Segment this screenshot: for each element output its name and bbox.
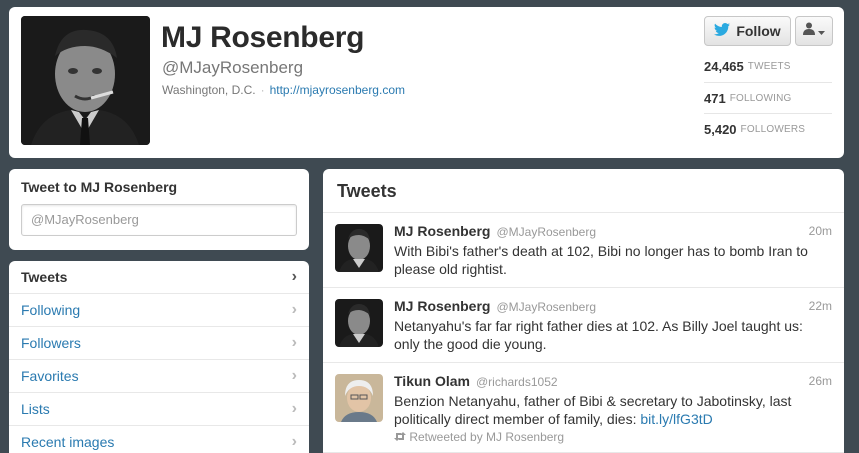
follow-button[interactable]: Follow [704, 16, 791, 46]
nav-item-following[interactable]: Following › [9, 294, 309, 327]
stat-following[interactable]: 471 FOLLOWING [704, 82, 832, 113]
chevron-right-icon: › [291, 268, 297, 285]
profile-header: MJ Rosenberg @MJayRosenberg Washington, … [9, 7, 844, 158]
nav-item-label: Following [21, 302, 81, 318]
tweet-screen-name[interactable]: @MJayRosenberg [496, 300, 596, 314]
nav-item-label: Lists [21, 401, 50, 417]
retweet-icon [394, 430, 409, 444]
tweet-item[interactable]: Tikun Olam @richards1052 26m Benzion Neta… [323, 363, 844, 453]
profile-handle: @MJayRosenberg [162, 58, 304, 77]
tweet-avatar[interactable] [335, 374, 383, 422]
user-actions-dropdown[interactable] [795, 16, 833, 46]
tweet-text: With Bibi's father's death at 102, Bibi … [394, 243, 808, 277]
tweet-header: Tikun Olam @richards1052 [394, 373, 558, 389]
tweet-item[interactable]: MJ Rosenberg @MJayRosenberg 20m With Bibi… [323, 213, 844, 288]
tweet-timestamp[interactable]: 20m [809, 224, 832, 238]
tweet-text-body: Benzion Netanyahu, father of Bibi & secr… [394, 393, 792, 427]
tweet-author-name[interactable]: MJ Rosenberg [394, 223, 490, 239]
nav-item-followers[interactable]: Followers › [9, 327, 309, 360]
stat-followers-label: FOLLOWERS [740, 123, 806, 135]
caret-down-icon [818, 22, 825, 40]
tweet-link[interactable]: bit.ly/lfG3tD [640, 411, 712, 427]
tweet-to-input[interactable]: @MJayRosenberg [21, 204, 297, 236]
profile-url-link[interactable]: http://mjayrosenberg.com [270, 83, 405, 97]
nav-item-label: Recent images [21, 434, 115, 450]
chevron-right-icon: › [291, 433, 297, 450]
tweet-text: Benzion Netanyahu, father of Bibi & secr… [394, 392, 830, 428]
stat-tweets-value: 24,465 [704, 59, 744, 74]
nav-item-label: Tweets [21, 269, 68, 285]
tweet-stream: Tweets MJ Rosenberg @MJayRosenberg 20m Wi… [323, 169, 844, 453]
tweet-avatar[interactable] [335, 224, 383, 272]
stat-followers[interactable]: 5,420 FOLLOWERS [704, 113, 832, 144]
tweet-timestamp[interactable]: 22m [809, 299, 832, 313]
tweet-item[interactable]: MJ Rosenberg @MJayRosenberg 22m Netanyahu… [323, 288, 844, 363]
tweet-timestamp[interactable]: 26m [809, 374, 832, 388]
nav-item-favorites[interactable]: Favorites › [9, 360, 309, 393]
tweet-avatar[interactable] [335, 299, 383, 347]
separator-dot: · [260, 83, 265, 97]
profile-avatar[interactable] [21, 16, 150, 145]
nav-item-lists[interactable]: Lists › [9, 393, 309, 426]
nav-item-label: Followers [21, 335, 81, 351]
stat-tweets[interactable]: 24,465 TWEETS [704, 51, 832, 82]
twitter-bird-icon [714, 23, 731, 39]
tweet-header: MJ Rosenberg @MJayRosenberg [394, 298, 596, 314]
profile-location: Washington, D.C. [162, 83, 256, 97]
tweet-author-name[interactable]: Tikun Olam [394, 373, 470, 389]
user-icon [803, 22, 815, 40]
retweet-label: Retweeted by MJ Rosenberg [409, 430, 565, 444]
tweet-to-title: Tweet to MJ Rosenberg [21, 179, 178, 195]
stream-title: Tweets [323, 169, 844, 213]
profile-location-line: Washington, D.C. · http://mjayrosenberg.co… [162, 83, 405, 97]
tweet-header: MJ Rosenberg @MJayRosenberg [394, 223, 596, 239]
tweet-to-box: Tweet to MJ Rosenberg @MJayRosenberg [9, 169, 309, 250]
chevron-right-icon: › [291, 400, 297, 417]
nav-item-label: Favorites [21, 368, 79, 384]
stat-following-value: 471 [704, 90, 726, 106]
tweet-screen-name[interactable]: @richards1052 [476, 375, 558, 389]
nav-item-recent-images[interactable]: Recent images › [9, 426, 309, 453]
tweet-screen-name[interactable]: @MJayRosenberg [496, 225, 596, 239]
chevron-right-icon: › [291, 367, 297, 384]
stat-following-label: FOLLOWING [729, 92, 792, 104]
chevron-right-icon: › [291, 334, 297, 351]
nav-item-tweets[interactable]: Tweets › [9, 261, 309, 294]
profile-name: MJ Rosenberg [161, 21, 365, 54]
tweet-text: Netanyahu's far far right father dies at… [394, 318, 803, 352]
retweet-info: Retweeted by MJ Rosenberg [394, 430, 564, 444]
stat-followers-value: 5,420 [704, 121, 737, 137]
profile-nav: Tweets › Following › Followers › Favorit… [9, 261, 309, 453]
stat-tweets-label: TWEETS [747, 61, 791, 72]
chevron-right-icon: › [291, 301, 297, 318]
tweet-author-name[interactable]: MJ Rosenberg [394, 298, 490, 314]
follow-button-label: Follow [736, 23, 781, 39]
